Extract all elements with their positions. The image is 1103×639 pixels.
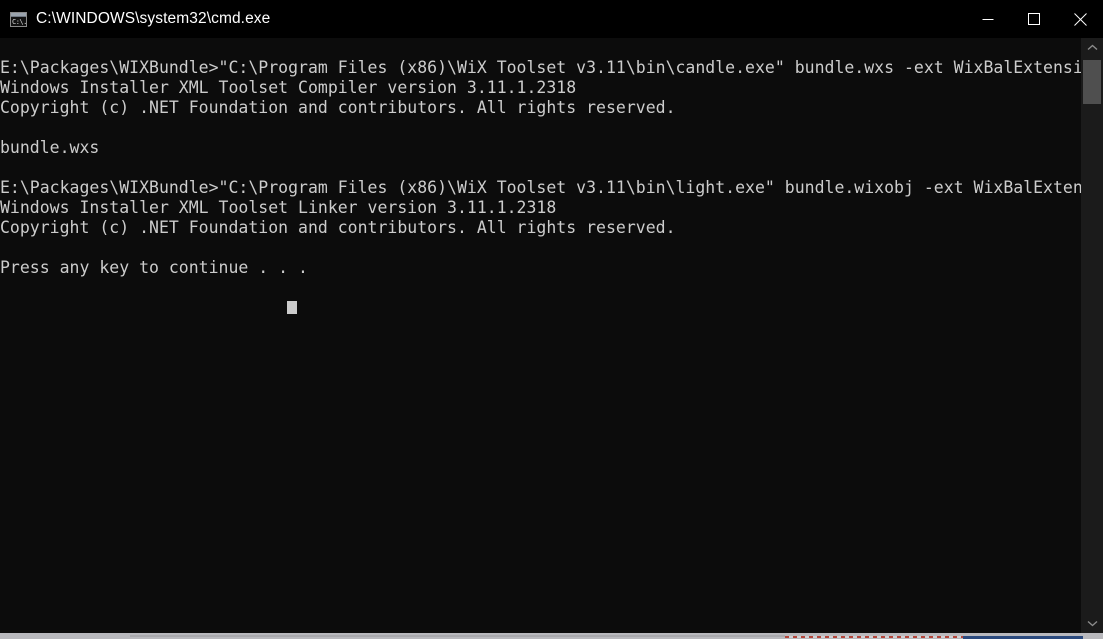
console-line: Copyright (c) .NET Foundation and contri… — [0, 98, 676, 117]
scroll-down-button[interactable] — [1081, 613, 1103, 633]
desktop-dashed-line — [785, 636, 963, 638]
console-line: E:\Packages\WIXBundle>"C:\Program Files … — [0, 178, 1081, 197]
close-button[interactable] — [1057, 0, 1103, 38]
scroll-up-button[interactable] — [1081, 38, 1103, 58]
console-line: Press any key to continue . . . — [0, 258, 308, 277]
console-window: C:\. C:\WINDOWS\system32\cmd.exe E:\Pack… — [0, 0, 1103, 633]
console-line: bundle.wxs — [0, 138, 100, 157]
minimize-button[interactable] — [965, 0, 1011, 38]
console-line: E:\Packages\WIXBundle>"C:\Program Files … — [0, 58, 1081, 77]
console-line: Windows Installer XML Toolset Compiler v… — [0, 78, 577, 97]
title-bar[interactable]: C:\. C:\WINDOWS\system32\cmd.exe — [0, 0, 1103, 38]
desktop-gray-line — [130, 635, 785, 637]
maximize-button[interactable] — [1011, 0, 1057, 38]
text-cursor — [287, 301, 297, 314]
maximize-icon — [1028, 13, 1040, 25]
scrollbar-thumb[interactable] — [1083, 60, 1101, 104]
vertical-scrollbar[interactable] — [1081, 38, 1103, 633]
minimize-icon — [982, 19, 994, 20]
console-line: Windows Installer XML Toolset Linker ver… — [0, 198, 557, 217]
console-icon: C:\. — [10, 11, 27, 27]
console-line: Copyright (c) .NET Foundation and contri… — [0, 218, 676, 237]
console-output-area[interactable]: E:\Packages\WIXBundle>"C:\Program Files … — [0, 38, 1081, 633]
console-icon-prompt-text: C:\. — [12, 17, 27, 26]
close-icon — [1073, 12, 1087, 26]
window-controls — [965, 0, 1103, 38]
console-text: E:\Packages\WIXBundle>"C:\Program Files … — [0, 58, 1081, 278]
chevron-up-icon — [1087, 44, 1097, 51]
window-title: C:\WINDOWS\system32\cmd.exe — [36, 10, 271, 27]
chevron-down-icon — [1087, 620, 1097, 627]
